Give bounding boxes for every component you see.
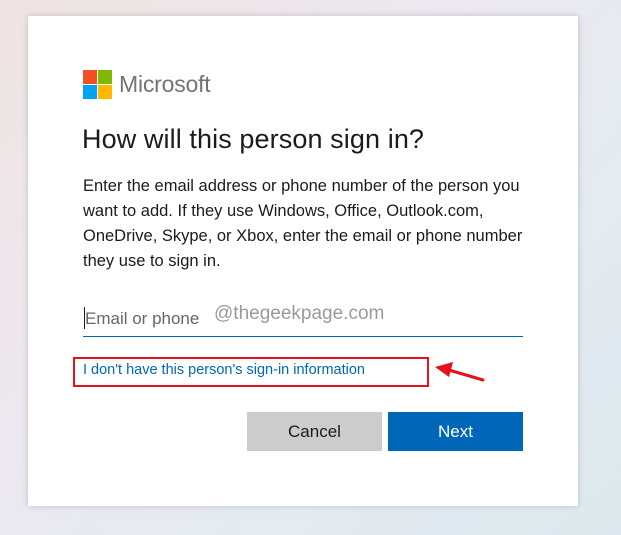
logo-yellow-square xyxy=(98,85,112,99)
logo-blue-square xyxy=(83,85,97,99)
microsoft-brand: Microsoft xyxy=(83,70,211,99)
logo-green-square xyxy=(98,70,112,84)
annotation-arrow-icon xyxy=(435,362,485,382)
no-sign-in-info-link[interactable]: I don't have this person's sign-in infor… xyxy=(83,362,365,378)
microsoft-logo-icon xyxy=(83,70,112,99)
sign-in-dialog: Microsoft How will this person sign in? … xyxy=(28,16,578,506)
text-caret xyxy=(84,307,85,329)
dialog-title: How will this person sign in? xyxy=(82,124,425,154)
dialog-description: Enter the email address or phone number … xyxy=(83,177,523,270)
next-button[interactable]: Next xyxy=(388,412,523,451)
logo-red-square xyxy=(83,70,97,84)
watermark-text: @thegeekpage.com xyxy=(214,303,385,324)
cancel-button[interactable]: Cancel xyxy=(247,412,382,451)
brand-name: Microsoft xyxy=(119,71,211,97)
